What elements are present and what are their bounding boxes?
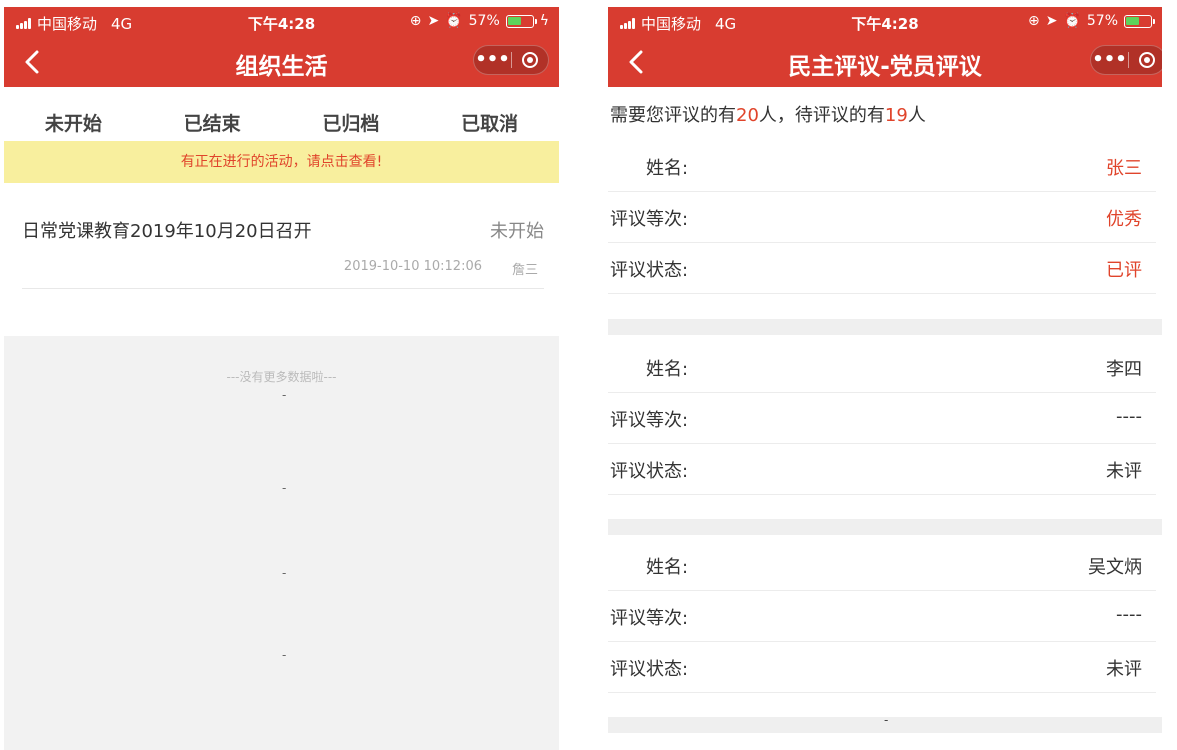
section-divider <box>608 319 1162 335</box>
grade-label: 评议等次: <box>610 410 689 431</box>
mini-program-capsule: ••• <box>1090 45 1162 75</box>
dash-marker: - <box>282 566 287 580</box>
tab-cancelled[interactable]: 已取消 <box>420 95 559 147</box>
tab-bar: 未开始 已结束 已归档 已取消 <box>4 95 559 147</box>
grade-label: 评议等次: <box>610 608 689 629</box>
total-count: 20 <box>736 105 759 126</box>
rotation-lock-icon: ⊕ <box>409 13 422 29</box>
state-label: 评议状态: <box>610 659 689 680</box>
dash-marker: - <box>884 713 889 727</box>
member-state: 未评 <box>1106 461 1142 482</box>
rotation-lock-icon: ⊕ <box>1027 13 1040 29</box>
name-row: 姓名: 张三 <box>608 141 1156 192</box>
dash-marker: - <box>282 388 287 402</box>
alarm-icon: ⏰ <box>1063 13 1081 29</box>
activity-status: 未开始 <box>490 221 544 242</box>
battery-icon <box>1124 14 1155 28</box>
battery-percent: 57% <box>468 13 500 29</box>
member-state: 已评 <box>1106 260 1142 281</box>
state-row: 评议状态: 已评 <box>608 243 1156 294</box>
activity-time: 2019-10-10 10:12:06 <box>343 259 482 274</box>
state-row: 评议状态: 未评 <box>608 444 1156 495</box>
state-label: 评议状态: <box>610 260 689 281</box>
battery-level <box>1126 16 1139 25</box>
target-icon <box>521 52 538 68</box>
header: 中国移动 4G 下午4:28 ⊕ ➤ ⏰ 57% ϟ 组织生活 ••• <box>4 7 559 87</box>
battery-percent: 57% <box>1086 13 1118 29</box>
member-card[interactable]: 姓名: 张三 评议等次: 优秀 评议状态: 已评 <box>608 141 1156 294</box>
pending-count: 19 <box>884 105 908 126</box>
member-grade: ---- <box>1116 604 1142 625</box>
activity-author: 詹三 <box>511 263 538 278</box>
more-menu-button[interactable]: ••• <box>474 46 511 74</box>
name-label: 姓名: <box>646 359 689 380</box>
left-phone-screen: 中国移动 4G 下午4:28 ⊕ ➤ ⏰ 57% ϟ 组织生活 ••• 未开始 … <box>4 7 559 750</box>
page-title: 民主评议-党员评议 <box>788 54 982 80</box>
activity-title: 日常党课教育2019年10月20日召开 <box>22 221 312 242</box>
section-divider <box>608 519 1162 535</box>
dash-marker: - <box>282 648 287 662</box>
charging-icon: ϟ <box>539 13 549 29</box>
more-menu-button[interactable]: ••• <box>1091 46 1128 74</box>
member-name: 张三 <box>1106 158 1142 179</box>
empty-area: ---没有更多数据啦--- - - - - <box>4 336 559 750</box>
battery-level <box>507 16 521 25</box>
member-state: 未评 <box>1106 659 1142 680</box>
close-mini-program-button[interactable] <box>512 52 548 68</box>
tab-archived[interactable]: 已归档 <box>282 95 421 147</box>
battery-icon <box>505 14 537 28</box>
name-label: 姓名: <box>646 158 689 179</box>
name-row: 姓名: 吴文炳 <box>608 540 1156 591</box>
status-bar: 中国移动 4G 下午4:28 ⊕ ➤ ⏰ 57% ϟ <box>4 7 559 37</box>
dash-marker: - <box>282 481 287 495</box>
target-icon <box>1138 52 1155 68</box>
header: 中国移动 4G 下午4:28 ⊕ ➤ ⏰ 57% 民主评议-党员评议 ••• <box>608 7 1162 87</box>
nav-bar: 组织生活 ••• <box>4 37 559 87</box>
tab-not-started[interactable]: 未开始 <box>4 95 143 147</box>
status-bar: 中国移动 4G 下午4:28 ⊕ ➤ ⏰ 57% <box>608 7 1162 37</box>
location-arrow-icon: ➤ <box>1045 13 1058 29</box>
location-arrow-icon: ➤ <box>427 13 440 29</box>
close-mini-program-button[interactable] <box>1129 52 1162 68</box>
member-grade: ---- <box>1116 406 1142 427</box>
name-label: 姓名: <box>646 557 689 578</box>
grade-label: 评议等次: <box>610 209 689 230</box>
member-grade: 优秀 <box>1106 209 1142 230</box>
review-summary: 需要您评议的有20人，待评议的有19人 <box>610 105 926 126</box>
activity-list-item[interactable]: 日常党课教育2019年10月20日召开 未开始 2019-10-10 10:12… <box>22 207 544 289</box>
tab-finished[interactable]: 已结束 <box>143 95 282 147</box>
mini-program-capsule: ••• <box>473 45 549 75</box>
ongoing-activity-notice[interactable]: 有正在进行的活动，请点击查看! <box>4 141 559 183</box>
nav-bar: 民主评议-党员评议 ••• <box>608 37 1162 87</box>
grade-row: 评议等次: ---- <box>608 393 1156 444</box>
state-row: 评议状态: 未评 <box>608 642 1156 693</box>
name-row: 姓名: 李四 <box>608 342 1156 393</box>
member-card[interactable]: 姓名: 李四 评议等次: ---- 评议状态: 未评 <box>608 342 1156 495</box>
grade-row: 评议等次: 优秀 <box>608 192 1156 243</box>
member-name: 吴文炳 <box>1088 557 1142 578</box>
member-name: 李四 <box>1106 359 1142 380</box>
no-more-data-text: ---没有更多数据啦--- <box>226 370 337 384</box>
member-card[interactable]: 姓名: 吴文炳 评议等次: ---- 评议状态: 未评 <box>608 540 1156 693</box>
grade-row: 评议等次: ---- <box>608 591 1156 642</box>
right-phone-screen: 中国移动 4G 下午4:28 ⊕ ➤ ⏰ 57% 民主评议-党员评议 ••• 需… <box>608 7 1162 750</box>
state-label: 评议状态: <box>610 461 689 482</box>
alarm-icon: ⏰ <box>445 13 463 29</box>
